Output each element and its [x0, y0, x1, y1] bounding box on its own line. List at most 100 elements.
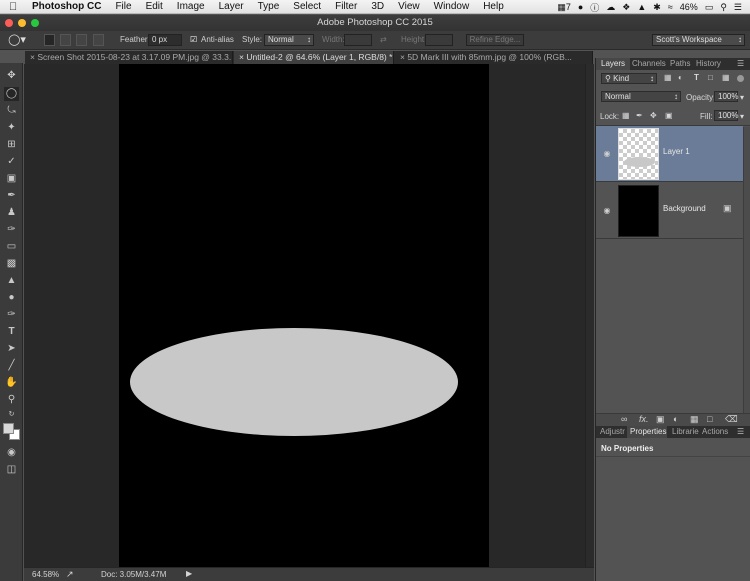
menu-layer[interactable]: Layer: [219, 1, 244, 12]
info-icon[interactable]: ⓘ: [590, 1, 599, 14]
fill-input[interactable]: 100%: [714, 110, 738, 121]
layer-name[interactable]: Layer 1: [663, 147, 690, 156]
lock-transparent-icon[interactable]: ▦: [622, 111, 630, 120]
filter-shape-icon[interactable]: □: [708, 73, 713, 82]
refine-edge-button[interactable]: Refine Edge...: [466, 34, 524, 46]
dodge-tool-icon[interactable]: ●: [4, 291, 19, 305]
trash-icon[interactable]: ⌫: [725, 414, 738, 425]
tab-properties[interactable]: Properties: [627, 426, 667, 438]
zoom-window-button[interactable]: [31, 19, 39, 27]
line-tool-icon[interactable]: ╱: [4, 359, 19, 373]
add-mask-icon[interactable]: ▣: [656, 414, 665, 425]
clone-stamp-tool-icon[interactable]: ♟: [4, 206, 19, 220]
menu-window[interactable]: Window: [434, 1, 470, 12]
menu-image[interactable]: Image: [177, 1, 205, 12]
menu-help[interactable]: Help: [483, 1, 504, 12]
tab-untitled-2[interactable]: × Untitled-2 @ 64.6% (Layer 1, RGB/8) *: [234, 51, 394, 64]
crop-tool-icon[interactable]: ⊞: [4, 138, 19, 152]
intersect-selection-icon[interactable]: [93, 34, 104, 46]
dropbox-icon[interactable]: ❖: [622, 2, 630, 13]
fill-dropdown-icon[interactable]: ▾: [740, 112, 744, 121]
layer-style-icon[interactable]: fx.: [639, 414, 649, 424]
healing-brush-tool-icon[interactable]: ▣: [4, 172, 19, 186]
opacity-dropdown-icon[interactable]: ▾: [740, 93, 744, 102]
quick-mask-icon[interactable]: ◉: [4, 446, 19, 460]
eyedropper-tool-icon[interactable]: ✓: [4, 155, 19, 169]
filter-smart-object-icon[interactable]: ▦: [722, 73, 730, 82]
antialias-checkbox[interactable]: ☑: [190, 34, 197, 46]
menu-3d[interactable]: 3D: [371, 1, 384, 12]
brush-tool-icon[interactable]: ✒: [4, 189, 19, 203]
menu-select[interactable]: Select: [293, 1, 321, 12]
bluetooth-icon[interactable]: ✱: [653, 2, 661, 13]
lock-image-icon[interactable]: ✒: [636, 111, 643, 120]
tab-screenshot[interactable]: × Screen Shot 2015-08-23 at 3.17.09 PM.j…: [25, 51, 233, 64]
evernote-icon[interactable]: ●: [578, 2, 583, 12]
screen-mode-icon[interactable]: ◫: [4, 463, 19, 477]
move-tool-icon[interactable]: ✥: [4, 69, 19, 83]
new-layer-icon[interactable]: □: [707, 414, 712, 424]
workspace-select[interactable]: Scott's Workspace ↕: [652, 34, 745, 46]
new-group-icon[interactable]: ▦: [690, 414, 699, 425]
subtract-from-selection-icon[interactable]: [76, 34, 87, 46]
filter-toggle-icon[interactable]: [737, 75, 744, 82]
elliptical-marquee-tool-icon[interactable]: ◯: [4, 87, 19, 101]
pen-tool-icon[interactable]: ✑: [4, 308, 19, 322]
lasso-tool-icon[interactable]: ⤿: [4, 104, 19, 118]
width-input[interactable]: [344, 34, 372, 46]
tab-channels[interactable]: Channels: [632, 58, 670, 70]
panel-menu-icon[interactable]: ☰: [737, 426, 744, 438]
battery-icon[interactable]: ▭: [705, 2, 714, 13]
gradient-tool-icon[interactable]: ▩: [4, 257, 19, 271]
menu-type[interactable]: Type: [258, 1, 280, 12]
notification-icon[interactable]: ☰: [734, 2, 742, 13]
layer-name[interactable]: Background: [663, 204, 706, 213]
menu-view[interactable]: View: [398, 1, 420, 12]
swap-dimensions-icon[interactable]: ⇄: [380, 34, 387, 46]
feather-input[interactable]: 0 px: [148, 34, 182, 46]
tab-paths[interactable]: Paths: [670, 58, 696, 70]
type-tool-icon[interactable]: T: [4, 325, 19, 339]
path-selection-tool-icon[interactable]: ➤: [4, 342, 19, 356]
panel-menu-icon[interactable]: ☰: [737, 58, 744, 70]
menu-file[interactable]: File: [115, 1, 131, 12]
filter-kind-select[interactable]: ⚲ Kind ↕: [601, 73, 657, 84]
status-menu-arrow-icon[interactable]: ▶: [186, 569, 192, 578]
blur-tool-icon[interactable]: ▲: [4, 274, 19, 288]
history-brush-tool-icon[interactable]: ✑: [4, 223, 19, 237]
filter-pixel-icon[interactable]: ▦: [664, 73, 672, 82]
document-canvas[interactable]: [119, 64, 489, 567]
blend-mode-select[interactable]: Normal ↕: [601, 91, 681, 102]
zoom-level[interactable]: 64.58%: [32, 570, 59, 579]
height-input[interactable]: [425, 34, 453, 46]
layers-scrollbar[interactable]: [743, 127, 750, 413]
link-layers-icon[interactable]: ∞: [621, 414, 627, 424]
tab-history[interactable]: History: [696, 58, 728, 70]
swap-colors-icon[interactable]: ↻: [4, 408, 19, 422]
style-select[interactable]: Normal ↕: [264, 34, 314, 46]
foreground-color-swatch[interactable]: [3, 423, 14, 434]
menu-edit[interactable]: Edit: [146, 1, 163, 12]
adjustment-layer-icon[interactable]: ◐: [673, 414, 678, 424]
eye-icon[interactable]: ◉: [601, 148, 613, 160]
magic-wand-tool-icon[interactable]: ✦: [4, 121, 19, 135]
zoom-tool-icon[interactable]: ⚲: [4, 393, 19, 407]
drive-icon[interactable]: ▲: [637, 2, 646, 12]
menu-filter[interactable]: Filter: [335, 1, 357, 12]
filter-adjustment-icon[interactable]: ◐: [678, 73, 683, 82]
tab-5d-mark-iii[interactable]: × 5D Mark III with 85mm.jpg @ 100% (RGB.…: [395, 51, 593, 64]
tab-actions[interactable]: Actions: [702, 426, 732, 438]
tab-libraries[interactable]: Librarie: [672, 426, 699, 438]
eye-icon[interactable]: ◉: [601, 205, 613, 217]
opacity-input[interactable]: 100%: [714, 91, 738, 102]
minimize-window-button[interactable]: [18, 19, 26, 27]
app-menu[interactable]: Photoshop CC: [32, 1, 101, 12]
share-icon[interactable]: ↗: [66, 569, 74, 580]
layer-row[interactable]: ◉ Background ▣: [596, 183, 743, 239]
wifi-icon[interactable]: ≈: [668, 2, 673, 12]
search-icon[interactable]: ⚲: [720, 2, 727, 13]
add-to-selection-icon[interactable]: [60, 34, 71, 46]
vertical-scrollbar[interactable]: [585, 64, 594, 567]
lock-position-icon[interactable]: ✥: [650, 111, 657, 120]
lock-all-icon[interactable]: ▣: [665, 111, 673, 120]
